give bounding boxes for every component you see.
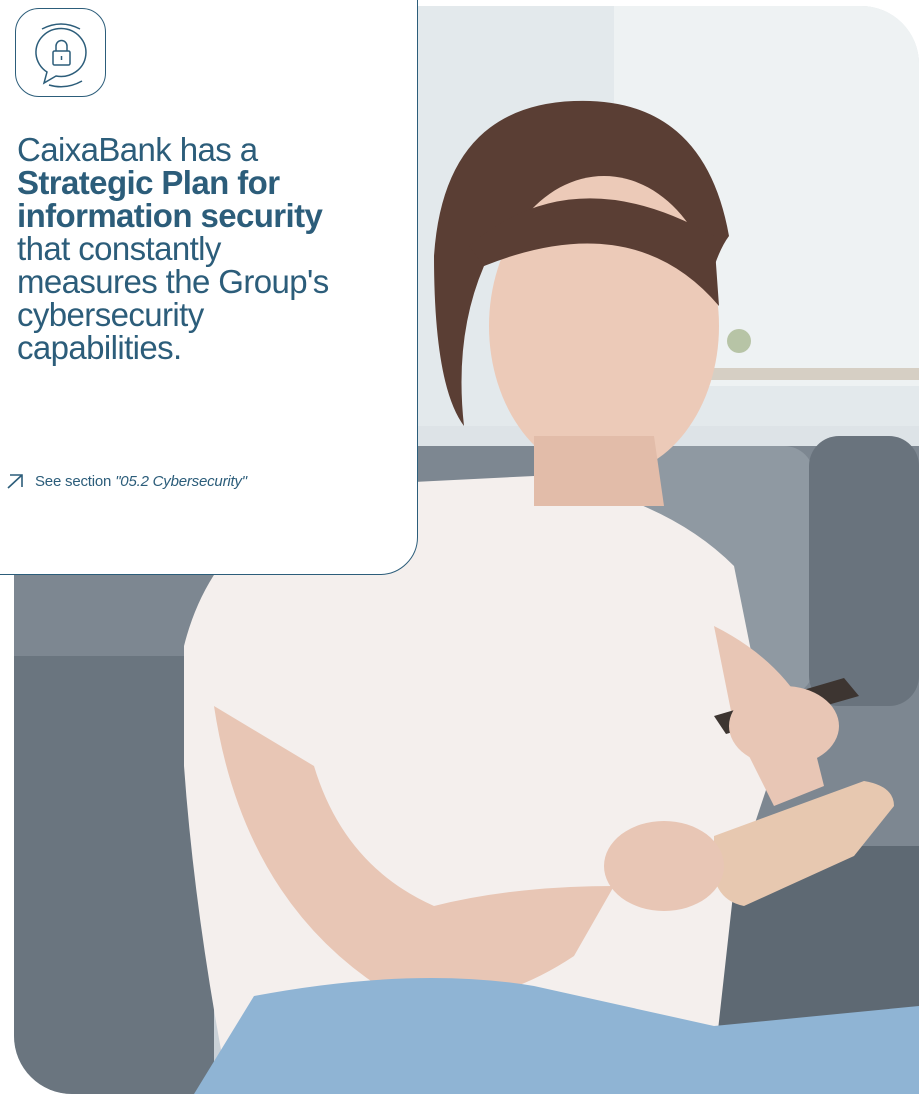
headline-bold-1: Strategic Plan for	[17, 164, 280, 201]
chat-lock-icon	[15, 8, 106, 97]
headline-line-4: cybersecurity	[17, 296, 204, 333]
headline-line-3: measures the Group's	[17, 263, 329, 300]
headline-line-1: CaixaBank has a	[17, 131, 258, 168]
headline: CaixaBank has a Strategic Plan for infor…	[17, 133, 412, 364]
see-section-prefix: See section	[35, 472, 112, 490]
headline-line-5: capabilities.	[17, 329, 182, 366]
see-section-link[interactable]: See section "05.2 Cybersecurity"	[5, 472, 247, 490]
section-reference: "05.2 Cybersecurity"	[115, 472, 247, 490]
arrow-up-right-icon	[7, 474, 23, 489]
info-card: CaixaBank has a Strategic Plan for infor…	[0, 0, 418, 575]
headline-line-2: that constantly	[17, 230, 221, 267]
headline-bold-2: information security	[17, 197, 323, 234]
